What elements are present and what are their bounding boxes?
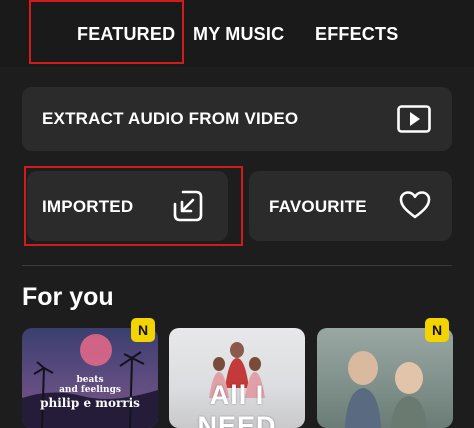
imported-button[interactable]: IMPORTED xyxy=(27,171,228,241)
tab-effects[interactable]: EFFECTS xyxy=(315,24,398,45)
extract-audio-button[interactable]: EXTRACT AUDIO FROM VIDEO xyxy=(22,87,452,151)
imported-label: IMPORTED xyxy=(42,197,134,216)
album-card-2[interactable]: All I NEED xyxy=(169,328,305,428)
import-arrow-icon xyxy=(172,189,204,228)
section-divider xyxy=(22,265,452,266)
top-tab-bar: FEATURED MY MUSIC EFFECTS xyxy=(0,0,474,67)
heart-icon xyxy=(398,189,432,226)
for-you-heading: For you xyxy=(22,283,114,311)
tab-my-music[interactable]: MY MUSIC xyxy=(193,24,284,45)
album-1-cover-text-3: philip e morris xyxy=(40,396,140,410)
album-card-3[interactable] xyxy=(317,328,453,428)
play-video-icon xyxy=(396,101,432,142)
album-card-1[interactable]: beats and feelings philip e morris xyxy=(22,328,158,428)
favourite-label: FAVOURITE xyxy=(269,197,367,216)
album-1-new-badge: N xyxy=(131,318,155,342)
favourite-button[interactable]: FAVOURITE xyxy=(249,171,452,241)
album-1-cover-text-2: and feelings xyxy=(59,385,121,395)
album-3-new-badge: N xyxy=(425,318,449,342)
extract-audio-label: EXTRACT AUDIO FROM VIDEO xyxy=(42,109,299,128)
album-3-artwork xyxy=(345,351,427,428)
tab-featured[interactable]: FEATURED xyxy=(77,24,175,45)
album-2-cover-text: All I NEED xyxy=(197,380,277,428)
album-1-cover-text-1: beats xyxy=(76,375,104,385)
